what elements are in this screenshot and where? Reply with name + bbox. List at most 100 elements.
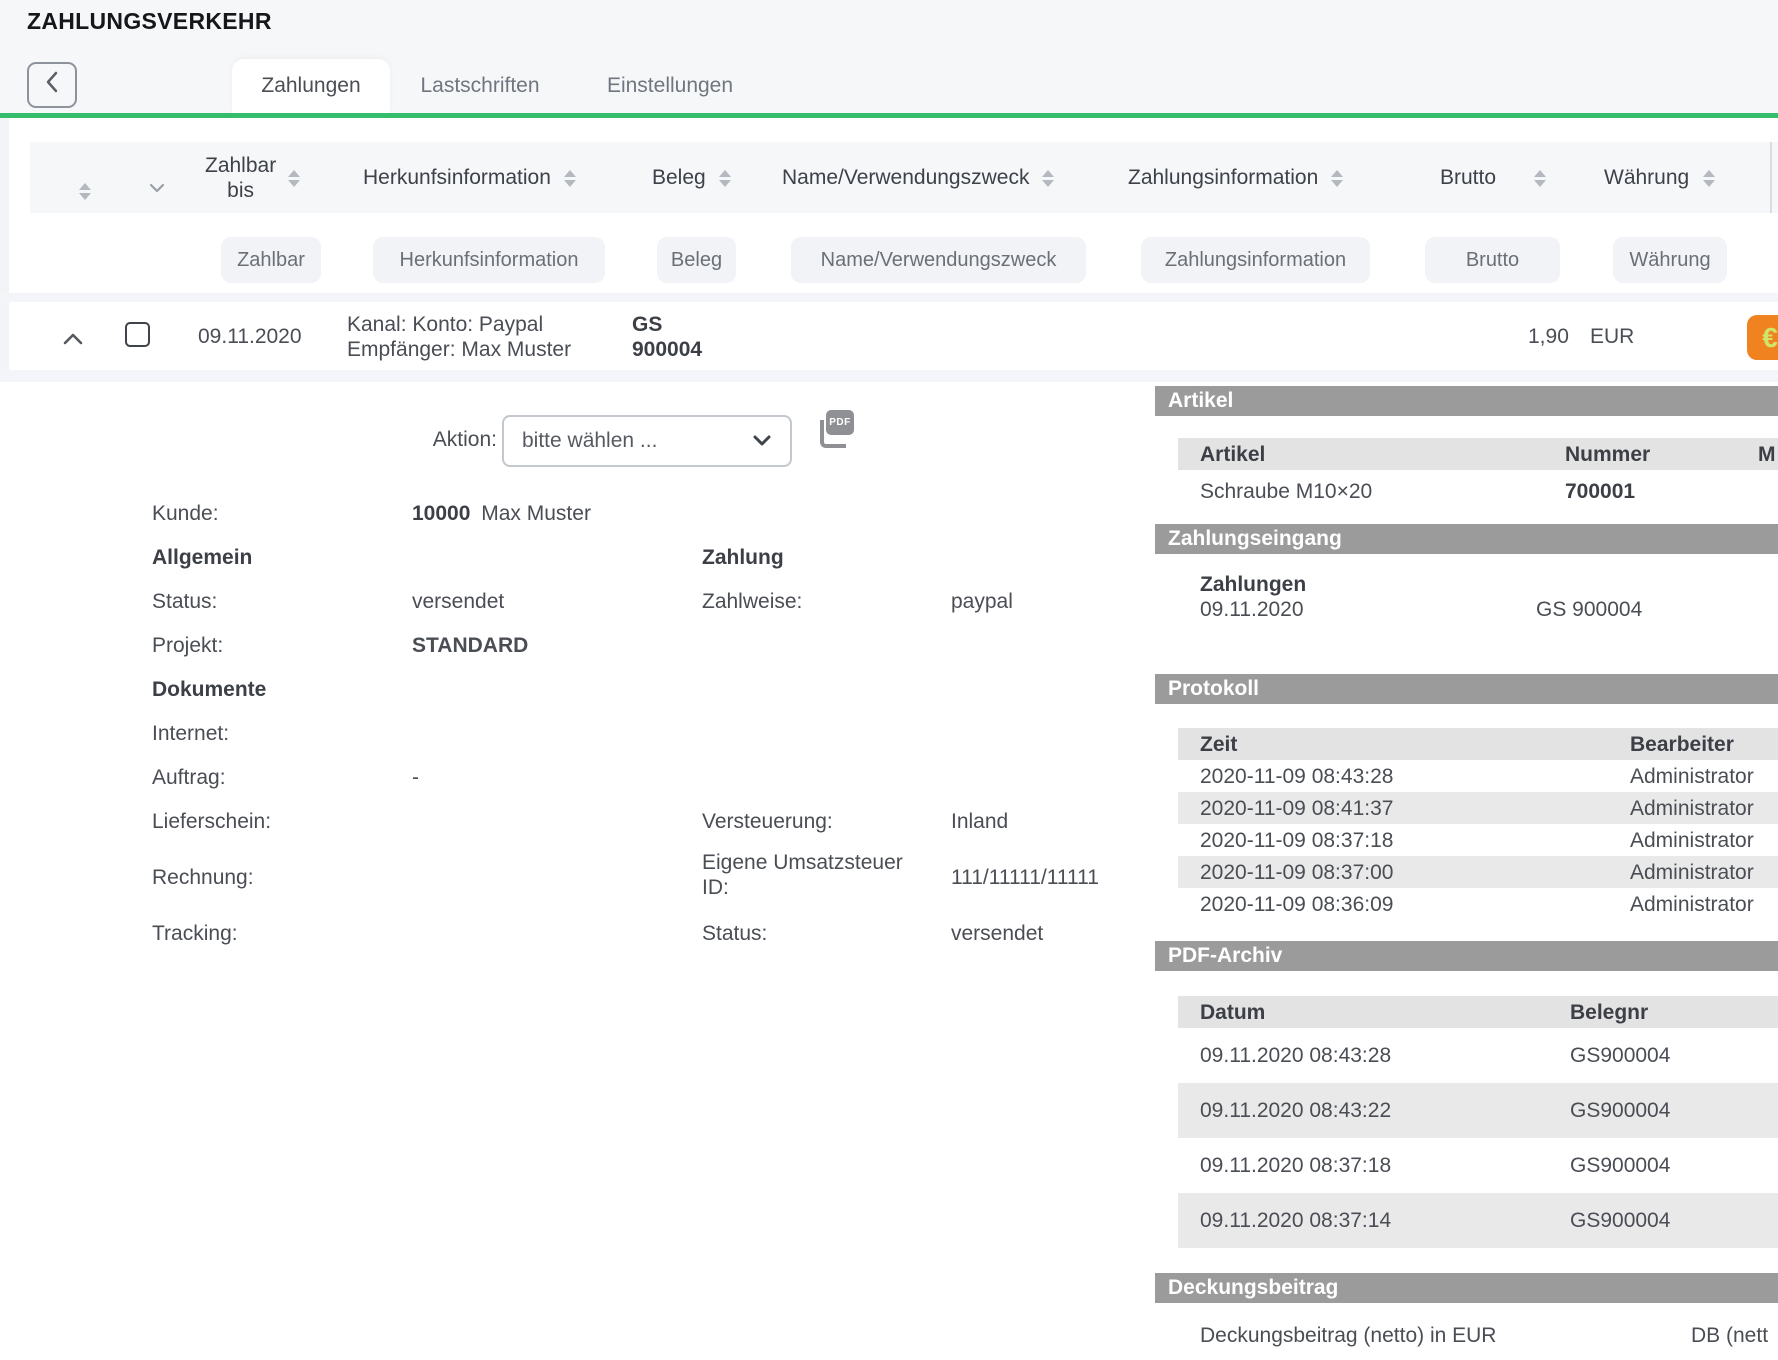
filter-input-brutto[interactable]: Brutto <box>1425 237 1560 283</box>
tab-einstellungen-label: Einstellungen <box>607 74 733 98</box>
filter-input-herkunfsinformation[interactable]: Herkunfsinformation <box>373 237 605 283</box>
column-header-brutto[interactable]: Brutto <box>1440 166 1546 190</box>
filter-input-beleg[interactable]: Beleg <box>657 237 736 283</box>
cell-beleg: GS 900004 <box>632 312 702 362</box>
accent-divider <box>0 113 1778 118</box>
sort-icon <box>1534 170 1546 187</box>
tab-lastschriften-label: Lastschriften <box>420 74 539 98</box>
artikel-col-artikel: Artikel <box>1200 443 1265 467</box>
dokumente-heading: Dokumente <box>152 678 266 702</box>
tab-lastschriften[interactable]: Lastschriften <box>402 59 558 113</box>
detail-separator <box>0 370 1778 382</box>
cell-herkunfsinformation: Kanal: Konto: Paypal Empfänger: Max Must… <box>347 312 571 362</box>
artikel-col-nummer: Nummer <box>1565 443 1650 467</box>
chevron-left-icon <box>44 70 60 100</box>
pdf-archiv-section-header: PDF-Archiv <box>1155 941 1778 971</box>
sort-icon <box>288 170 300 187</box>
rechnung-label: Rechnung: <box>152 866 254 890</box>
left-gutter <box>0 118 9 370</box>
aktion-label: Aktion: <box>340 428 497 452</box>
detail-side-panel: Artikel Artikel Nummer M Schraube M10×20… <box>1155 386 1778 1360</box>
row-separator <box>0 293 1778 302</box>
zahlung-heading: Zahlung <box>702 546 784 570</box>
sort-icon <box>1703 170 1715 187</box>
filter-input-name-verwendungszweck[interactable]: Name/Verwendungszweck <box>791 237 1086 283</box>
pdf-export-icon[interactable]: PDF <box>818 410 854 450</box>
column-header-zahlbar-bis[interactable]: Zahlbar bis <box>205 153 300 203</box>
column-header-zahlungsinformation[interactable]: Zahlungsinformation <box>1128 166 1343 190</box>
deckungsbeitrag-db-label: DB (nett <box>1691 1324 1768 1348</box>
cell-zahlbar-bis: 09.11.2020 <box>198 325 302 349</box>
deckungsbeitrag-section-header: Deckungsbeitrag <box>1155 1273 1778 1303</box>
projekt-label: Projekt: <box>152 634 223 658</box>
cell-brutto: 1,90 <box>1528 325 1569 349</box>
pdf-archiv-col-belegnr: Belegnr <box>1570 1001 1648 1025</box>
column-divider <box>1770 142 1772 213</box>
euro-payment-icon[interactable]: € <box>1747 315 1778 360</box>
auftrag-value: - <box>412 766 419 790</box>
artikel-table-header <box>1178 438 1778 470</box>
status2-value: versendet <box>951 922 1043 946</box>
aktion-select[interactable]: bitte wählen ... <box>502 415 792 467</box>
deckungsbeitrag-netto-label: Deckungsbeitrag (netto) in EUR <box>1200 1324 1496 1348</box>
aktion-selected-value: bitte wählen ... <box>522 429 657 453</box>
artikel-row-nummer: 700001 <box>1565 480 1635 504</box>
chevron-down-icon <box>752 429 772 453</box>
pdf-archiv-col-datum: Datum <box>1200 1001 1265 1025</box>
sort-icon <box>719 170 731 187</box>
select-column-menu[interactable] <box>148 176 166 200</box>
collapse-row-chevron-up-icon[interactable] <box>62 328 84 352</box>
sort-icon <box>1042 170 1054 187</box>
internet-label: Internet: <box>152 722 229 746</box>
column-header-herkunfsinformation[interactable]: Herkunfsinformation <box>363 166 576 190</box>
allgemein-heading: Allgemein <box>152 546 252 570</box>
row-checkbox[interactable] <box>125 322 150 347</box>
page-title: ZAHLUNGSVERKEHR <box>27 8 272 35</box>
tab-zahlungen[interactable]: Zahlungen <box>232 59 390 113</box>
tracking-label: Tracking: <box>152 922 238 946</box>
projekt-value: STANDARD <box>412 634 528 658</box>
protokoll-section-header: Protokoll <box>1155 674 1778 704</box>
auftrag-label: Auftrag: <box>152 766 226 790</box>
zahlungseingang-beleg: GS 900004 <box>1536 598 1642 622</box>
ust-id-label: Eigene Umsatzsteuer ID: <box>702 850 920 900</box>
column-header-name-verwendungszweck[interactable]: Name/Verwendungszweck <box>782 166 1054 190</box>
zahlungsverkehr-page: ZAHLUNGSVERKEHR Zahlungen Lastschriften … <box>0 0 1778 1360</box>
kunde-value: 10000 Max Muster <box>412 502 591 526</box>
sort-icon <box>79 183 91 200</box>
column-header-label: Herkunfsinformation <box>363 166 551 190</box>
versteuerung-label: Versteuerung: <box>702 810 833 834</box>
versteuerung-value: Inland <box>951 810 1008 834</box>
zahlungseingang-group: Zahlungen <box>1200 573 1306 597</box>
column-header-waehrung[interactable]: Währung <box>1604 166 1715 190</box>
column-header-label: Währung <box>1604 166 1689 190</box>
pdf-archiv-table-header <box>1178 996 1778 1028</box>
lieferschein-label: Lieferschein: <box>152 810 271 834</box>
pdf-badge-label: PDF <box>826 410 854 435</box>
tab-einstellungen[interactable]: Einstellungen <box>590 59 750 113</box>
ust-id-value: 111/11111/11111 <box>951 866 1099 890</box>
sort-control-expander-column[interactable] <box>79 172 91 200</box>
column-header-label: Name/Verwendungszweck <box>782 166 1029 190</box>
back-button[interactable] <box>27 62 77 108</box>
column-header-beleg[interactable]: Beleg <box>652 166 731 190</box>
cell-waehrung: EUR <box>1590 325 1634 349</box>
sort-icon <box>1331 170 1343 187</box>
status-value: versendet <box>412 590 504 614</box>
status-label: Status: <box>152 590 217 614</box>
column-header-label: Brutto <box>1440 166 1496 190</box>
filter-input-zahlungsinformation[interactable]: Zahlungsinformation <box>1141 237 1370 283</box>
column-header-label: Zahlungsinformation <box>1128 166 1318 190</box>
sort-icon <box>564 170 576 187</box>
protokoll-col-bearbeiter: Bearbeiter <box>1630 733 1734 757</box>
filter-input-zahlbar[interactable]: Zahlbar <box>221 237 321 283</box>
column-header-label: Zahlbar bis <box>205 153 276 203</box>
filter-input-waehrung[interactable]: Währung <box>1613 237 1727 283</box>
status2-label: Status: <box>702 922 767 946</box>
artikel-col-menge: M <box>1758 443 1776 467</box>
zahlungseingang-section-header: Zahlungseingang <box>1155 524 1778 554</box>
zahlweise-label: Zahlweise: <box>702 590 802 614</box>
kunde-label: Kunde: <box>152 502 219 526</box>
artikel-section-header: Artikel <box>1155 386 1778 416</box>
artikel-row-name: Schraube M10×20 <box>1200 480 1372 504</box>
